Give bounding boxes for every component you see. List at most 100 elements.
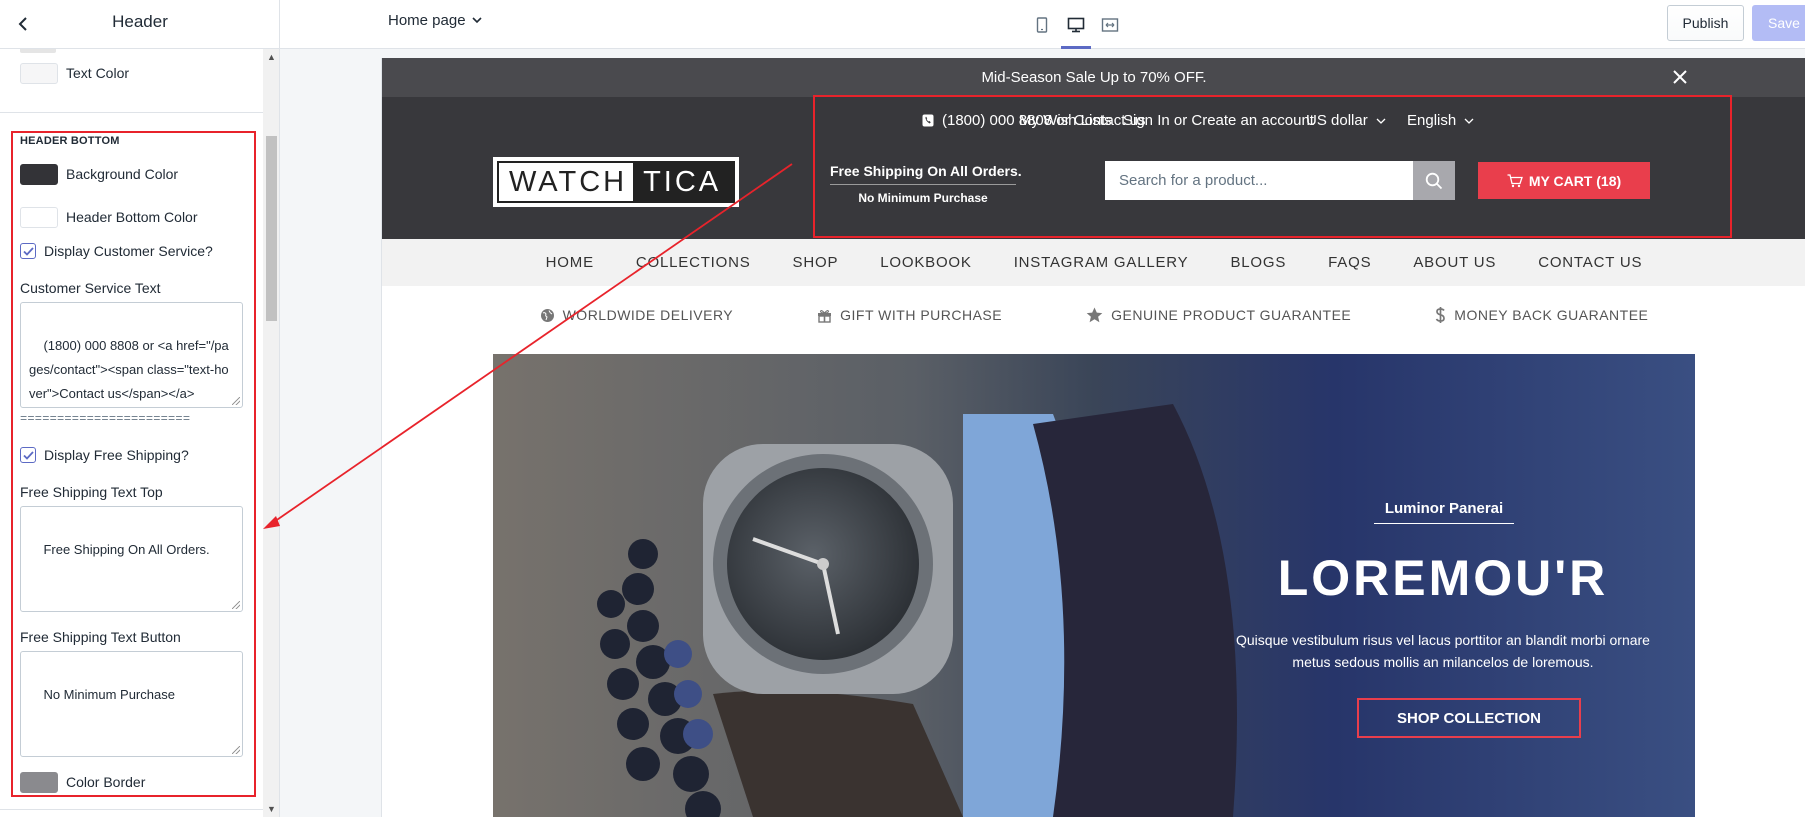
wish-lists-link[interactable]: My Wish Lists xyxy=(1019,112,1112,129)
nav-item-faqs[interactable]: FAQS xyxy=(1328,254,1371,271)
free-shipping-button-label: Free Shipping Text Button xyxy=(20,629,181,645)
usp-item: MONEY BACK GUARANTEE xyxy=(1435,306,1648,324)
panel-title: Header xyxy=(112,12,168,31)
globe-icon xyxy=(540,308,554,322)
usp-item: WORLDWIDE DELIVERY xyxy=(540,307,734,323)
search-input[interactable]: Search for a product... xyxy=(1105,161,1413,200)
wish-lists-text: My Wish Lists xyxy=(1019,112,1112,129)
logo-text-right: TICA xyxy=(633,163,733,201)
store-logo[interactable]: WATCH TICA xyxy=(493,157,739,207)
search-button[interactable] xyxy=(1413,161,1455,200)
hero-banner: Luminor Panerai LOREMOU'R Quisque vestib… xyxy=(493,354,1695,817)
panel-scrollbar[interactable]: ▲ ▼ xyxy=(263,49,279,817)
gift-icon xyxy=(818,309,832,323)
sign-in-text: Sign In or Create an account xyxy=(1123,112,1314,129)
section-divider xyxy=(0,809,263,810)
usp-item: GENUINE PRODUCT GUARANTEE xyxy=(1086,307,1351,323)
nav-item-contact-us[interactable]: CONTACT US xyxy=(1538,254,1642,271)
hero-description: Quisque vestibulum risus vel lacus portt… xyxy=(1236,632,1650,670)
hero-title: LOREMOU'R xyxy=(1277,550,1609,606)
language-selector[interactable]: English xyxy=(1407,112,1474,129)
search-icon xyxy=(1425,172,1443,189)
page-selector-label: Home page xyxy=(388,12,466,29)
topbar-left-section: Header xyxy=(0,0,280,49)
settings-panel: Text Color HEADER BOTTOM Background Colo… xyxy=(0,49,280,817)
scrollbar-thumb[interactable] xyxy=(266,136,277,321)
device-switcher xyxy=(1025,0,1127,49)
dollar-icon xyxy=(1436,307,1446,323)
chevron-down-icon xyxy=(1376,118,1386,124)
previous-swatch-stub xyxy=(20,49,56,53)
scroll-up-arrow-icon[interactable]: ▲ xyxy=(263,51,279,63)
nav-item-instagram-gallery[interactable]: INSTAGRAM GALLERY xyxy=(1014,254,1189,271)
free-shipping-top-textarea[interactable]: Free Shipping On All Orders. xyxy=(20,506,243,612)
store-preview: Mid-Season Sale Up to 70% OFF. WATCH TIC… xyxy=(381,58,1805,817)
desktop-view-button[interactable] xyxy=(1059,0,1093,49)
save-button[interactable]: Save xyxy=(1752,5,1805,41)
text-color-label: Text Color xyxy=(66,65,130,81)
customer-service-textarea[interactable]: (1800) 000 8808 or <a href="/pages/conta… xyxy=(20,302,243,408)
nav-item-blogs[interactable]: BLOGS xyxy=(1230,254,1286,271)
close-icon xyxy=(1673,70,1687,84)
free-shipping-button-value: No Minimum Purchase xyxy=(43,687,175,702)
free-shipping-top-value: Free Shipping On All Orders. xyxy=(43,542,210,557)
resize-handle[interactable] xyxy=(232,601,240,609)
currency-selector[interactable]: US dollar xyxy=(1306,112,1386,129)
separator-line: ======================= xyxy=(20,412,191,426)
editor-topbar: Header Home page Publish Save xyxy=(0,0,1805,49)
star-icon xyxy=(1086,307,1103,323)
nav-item-collections[interactable]: COLLECTIONS xyxy=(636,254,751,271)
color-border-label: Color Border xyxy=(66,774,146,790)
display-free-shipping-label: Display Free Shipping? xyxy=(44,447,189,463)
usp-label: GIFT WITH PURCHASE xyxy=(840,307,1003,323)
mobile-view-button[interactable] xyxy=(1025,0,1059,49)
expand-horizontal-icon xyxy=(1101,17,1119,32)
checkmark-icon xyxy=(22,246,34,256)
usp-item: GIFT WITH PURCHASE xyxy=(817,307,1002,323)
store-header: WATCH TICA (1800) 000 8808 or Contact us… xyxy=(382,97,1805,239)
page-selector[interactable]: Home page xyxy=(388,12,482,29)
language-text: English xyxy=(1407,112,1457,129)
usp-bar: WORLDWIDE DELIVERY GIFT WITH PURCHASE GE… xyxy=(382,286,1805,344)
phone-icon xyxy=(922,114,934,127)
free-shipping-button-textarea[interactable]: No Minimum Purchase xyxy=(20,651,243,757)
checkmark-icon xyxy=(22,450,34,460)
shop-collection-button[interactable]: SHOP COLLECTION xyxy=(1357,698,1581,738)
cart-label: MY CART (18) xyxy=(1528,172,1622,189)
resize-handle[interactable] xyxy=(232,397,240,405)
header-bottom-color-label: Header Bottom Color xyxy=(66,209,198,225)
display-customer-service-checkbox[interactable] xyxy=(20,243,36,259)
resize-handle[interactable] xyxy=(232,746,240,754)
scroll-down-arrow-icon[interactable]: ▼ xyxy=(263,803,279,815)
announcement-bar: Mid-Season Sale Up to 70% OFF. xyxy=(382,58,1805,97)
publish-button[interactable]: Publish xyxy=(1667,5,1744,41)
header-bottom-color-swatch[interactable] xyxy=(20,207,58,228)
full-width-view-button[interactable] xyxy=(1093,0,1127,49)
currency-text: US dollar xyxy=(1306,112,1368,129)
usp-label: WORLDWIDE DELIVERY xyxy=(562,307,734,323)
cart-button[interactable]: MY CART (18) xyxy=(1478,162,1650,199)
desktop-icon xyxy=(1067,17,1085,32)
color-border-swatch[interactable] xyxy=(20,772,58,793)
section-divider xyxy=(0,112,263,113)
nav-item-about-us[interactable]: ABOUT US xyxy=(1413,254,1496,271)
hero-eyebrow: Luminor Panerai xyxy=(1374,500,1514,524)
background-color-label: Background Color xyxy=(66,166,179,182)
display-free-shipping-checkbox[interactable] xyxy=(20,447,36,463)
usp-label: GENUINE PRODUCT GUARANTEE xyxy=(1111,307,1352,323)
nav-item-shop[interactable]: SHOP xyxy=(793,254,839,271)
section-title: HEADER BOTTOM xyxy=(20,135,120,147)
text-color-swatch[interactable] xyxy=(20,63,58,84)
main-navigation: HOME COLLECTIONS SHOP LOOKBOOK INSTAGRAM… xyxy=(382,239,1805,286)
nav-item-home[interactable]: HOME xyxy=(546,254,594,271)
free-shipping-top-text: Free Shipping On All Orders. xyxy=(830,163,1022,185)
sign-in-link[interactable]: Sign In or Create an account xyxy=(1123,112,1314,129)
announcement-text: Mid-Season Sale Up to 70% OFF. xyxy=(981,69,1207,86)
chevron-down-icon xyxy=(1464,118,1474,124)
announcement-close-button[interactable] xyxy=(1670,67,1690,87)
usp-label: MONEY BACK GUARANTEE xyxy=(1454,307,1649,323)
nav-item-lookbook[interactable]: LOOKBOOK xyxy=(880,254,971,271)
background-color-swatch[interactable] xyxy=(20,164,58,185)
mobile-icon xyxy=(1036,16,1048,33)
cart-icon xyxy=(1507,173,1523,187)
